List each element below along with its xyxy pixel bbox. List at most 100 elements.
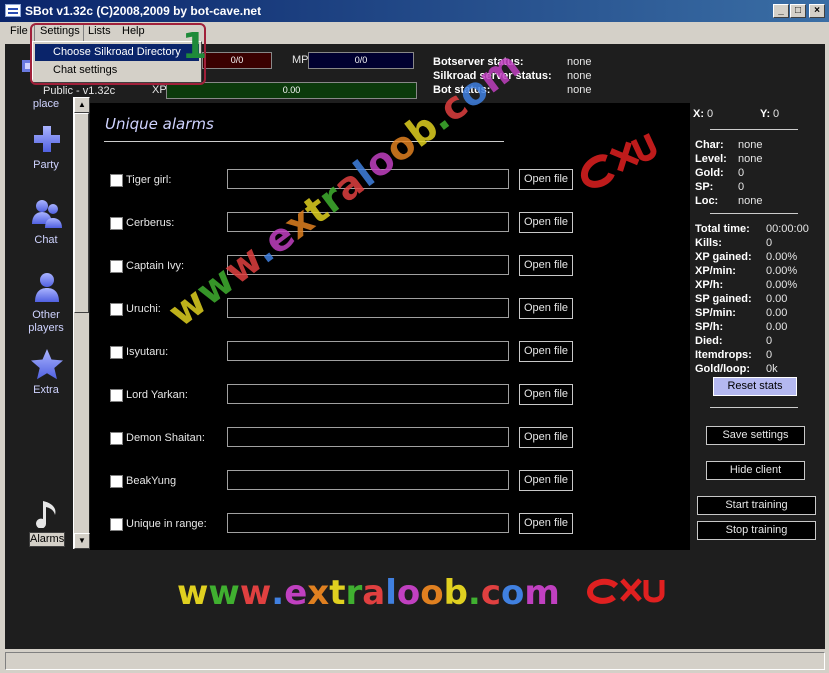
char-stat-value: none bbox=[738, 153, 763, 165]
reset-stats-button[interactable]: Reset stats bbox=[713, 377, 797, 396]
char-stat-label: Char: bbox=[695, 139, 724, 151]
session-stat-value: 0.00 bbox=[766, 321, 788, 333]
watermark-bottom: www.extraloob.com bbox=[177, 573, 560, 613]
alarm-label: Unique in range: bbox=[126, 518, 207, 530]
nav-extra-label[interactable]: Extra bbox=[16, 384, 76, 396]
char-stat-label: SP: bbox=[695, 181, 714, 193]
version-text: Public - v1.32c bbox=[43, 85, 116, 97]
open-file-button[interactable]: Open file bbox=[519, 298, 573, 319]
window-title: SBot v1.32c (C)2008,2009 by bot-cave.net bbox=[25, 4, 262, 18]
star-icon[interactable] bbox=[30, 348, 63, 380]
session-stat-value: 0 bbox=[766, 335, 773, 347]
scroll-up-button[interactable]: ▲ bbox=[74, 97, 90, 113]
alarm-checkbox[interactable] bbox=[110, 389, 123, 402]
stats-divider-1 bbox=[710, 129, 798, 130]
alarm-file-field[interactable] bbox=[227, 470, 509, 490]
close-button[interactable]: × bbox=[809, 4, 825, 18]
alarm-label: BeakYung bbox=[126, 475, 177, 487]
menu-file[interactable]: File bbox=[10, 25, 28, 37]
session-stat-value: 0.00 bbox=[766, 293, 788, 305]
alarm-checkbox[interactable] bbox=[110, 260, 123, 273]
alarm-file-field[interactable] bbox=[227, 298, 509, 318]
nav-scrollbar[interactable]: ▲ ▼ bbox=[73, 97, 90, 549]
alarm-label: Captain Ivy: bbox=[126, 260, 185, 272]
char-stat-value: none bbox=[738, 139, 763, 151]
alarm-file-field[interactable] bbox=[227, 427, 509, 447]
botserver-status-value: none bbox=[567, 56, 592, 68]
save-settings-button[interactable]: Save settings bbox=[706, 426, 805, 445]
open-file-button[interactable]: Open file bbox=[519, 255, 573, 276]
nav-place-label[interactable]: place bbox=[16, 98, 76, 110]
nav-players-label[interactable]: players bbox=[16, 322, 76, 334]
alarm-checkbox[interactable] bbox=[110, 346, 123, 359]
alarm-label: Isyutaru: bbox=[126, 346, 169, 358]
silkroad-status-value: none bbox=[567, 70, 592, 82]
session-stat-label: Kills: bbox=[695, 237, 722, 249]
session-stat-value: 0 bbox=[766, 349, 773, 361]
open-file-button[interactable]: Open file bbox=[519, 169, 573, 190]
mp-bar: 0/0 bbox=[308, 52, 414, 69]
chat-people-icon[interactable] bbox=[31, 198, 62, 228]
x-label: X: bbox=[693, 108, 704, 120]
alarm-label: Demon Shaitan: bbox=[126, 432, 205, 444]
session-stat-value: 0.00 bbox=[766, 307, 788, 319]
watermark-text: www.extraloob.com bbox=[177, 573, 560, 613]
x-value: 0 bbox=[707, 108, 714, 120]
char-stat-label: Level: bbox=[695, 153, 727, 165]
session-stat-label: Gold/loop: bbox=[695, 363, 750, 375]
open-file-button[interactable]: Open file bbox=[519, 212, 573, 233]
music-note-icon[interactable] bbox=[34, 498, 64, 529]
session-stat-label: Died: bbox=[695, 335, 723, 347]
exu-logo-bottom-icon bbox=[584, 574, 672, 608]
alarm-label: Lord Yarkan: bbox=[126, 389, 188, 401]
stats-divider-3 bbox=[710, 407, 798, 408]
stop-training-button[interactable]: Stop training bbox=[697, 521, 816, 540]
open-file-button[interactable]: Open file bbox=[519, 427, 573, 448]
char-stat-value: 0 bbox=[738, 181, 745, 193]
session-stat-label: Total time: bbox=[695, 223, 750, 235]
session-stat-label: XP/min: bbox=[695, 265, 736, 277]
y-label: Y: bbox=[760, 108, 771, 120]
alarm-checkbox[interactable] bbox=[110, 303, 123, 316]
session-stat-label: SP/h: bbox=[695, 321, 724, 333]
nav-alarms-label[interactable]: Alarms bbox=[29, 532, 65, 547]
plus-icon[interactable] bbox=[32, 124, 62, 154]
panel-divider bbox=[104, 141, 504, 142]
person-icon[interactable] bbox=[33, 272, 63, 302]
hide-client-button[interactable]: Hide client bbox=[706, 461, 805, 480]
session-stat-value: 0.00% bbox=[766, 279, 798, 291]
hp-bar: 0/0 bbox=[202, 52, 272, 69]
open-file-button[interactable]: Open file bbox=[519, 513, 573, 534]
alarm-checkbox[interactable] bbox=[110, 217, 123, 230]
open-file-button[interactable]: Open file bbox=[519, 470, 573, 491]
alarm-checkbox[interactable] bbox=[110, 518, 123, 531]
start-training-button[interactable]: Start training bbox=[697, 496, 816, 515]
app-icon bbox=[5, 4, 21, 17]
alarm-file-field[interactable] bbox=[227, 384, 509, 404]
alarm-file-field[interactable] bbox=[227, 341, 509, 361]
scroll-down-button[interactable]: ▼ bbox=[74, 533, 90, 549]
char-stat-value: none bbox=[738, 195, 763, 207]
session-stat-label: Itemdrops: bbox=[695, 349, 752, 361]
maximize-button[interactable]: □ bbox=[790, 4, 806, 18]
session-stat-value: 0.00% bbox=[766, 251, 798, 263]
open-file-button[interactable]: Open file bbox=[519, 341, 573, 362]
session-stat-value: 00:00:00 bbox=[766, 223, 809, 235]
nav-other-label[interactable]: Other bbox=[16, 309, 76, 321]
nav-chat-label[interactable]: Chat bbox=[16, 234, 76, 246]
minimize-button[interactable]: _ bbox=[773, 4, 789, 18]
highlight-callout bbox=[30, 23, 206, 85]
char-stat-value: 0 bbox=[738, 167, 745, 179]
alarm-file-field[interactable] bbox=[227, 513, 509, 533]
session-stat-label: SP gained: bbox=[695, 293, 752, 305]
alarm-checkbox[interactable] bbox=[110, 432, 123, 445]
alarm-checkbox[interactable] bbox=[110, 174, 123, 187]
session-stat-label: XP/h: bbox=[695, 279, 724, 291]
scroll-thumb[interactable] bbox=[74, 113, 89, 313]
mp-label: MP bbox=[292, 54, 309, 66]
alarm-checkbox[interactable] bbox=[110, 475, 123, 488]
session-stat-value: 0k bbox=[766, 363, 778, 375]
status-bar bbox=[5, 652, 825, 670]
nav-party-label[interactable]: Party bbox=[16, 159, 76, 171]
open-file-button[interactable]: Open file bbox=[519, 384, 573, 405]
